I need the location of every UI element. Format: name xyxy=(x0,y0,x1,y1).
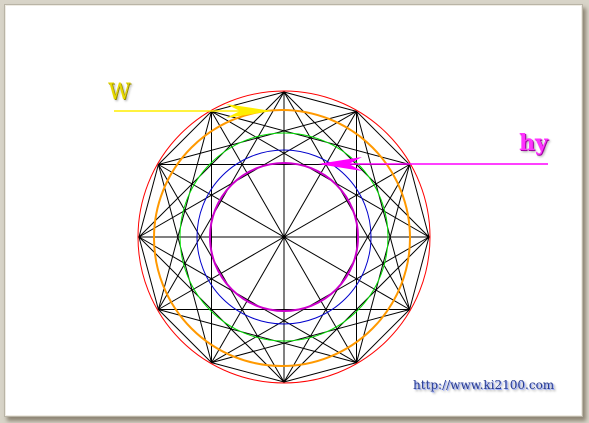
label-hy: hy xyxy=(519,130,548,156)
dodecagon-edge xyxy=(283,91,357,112)
line-group xyxy=(138,91,430,383)
label-w: W xyxy=(108,80,131,105)
dodecagon-edge xyxy=(158,309,212,363)
dodecagon-edge xyxy=(138,236,159,310)
dodecagon-edge xyxy=(356,111,410,165)
geometry-diagram xyxy=(114,90,548,384)
source-url: http://www.ki2100.com xyxy=(413,378,555,392)
dodecagon-edge xyxy=(409,236,430,310)
dodecagon-edge xyxy=(409,164,430,238)
